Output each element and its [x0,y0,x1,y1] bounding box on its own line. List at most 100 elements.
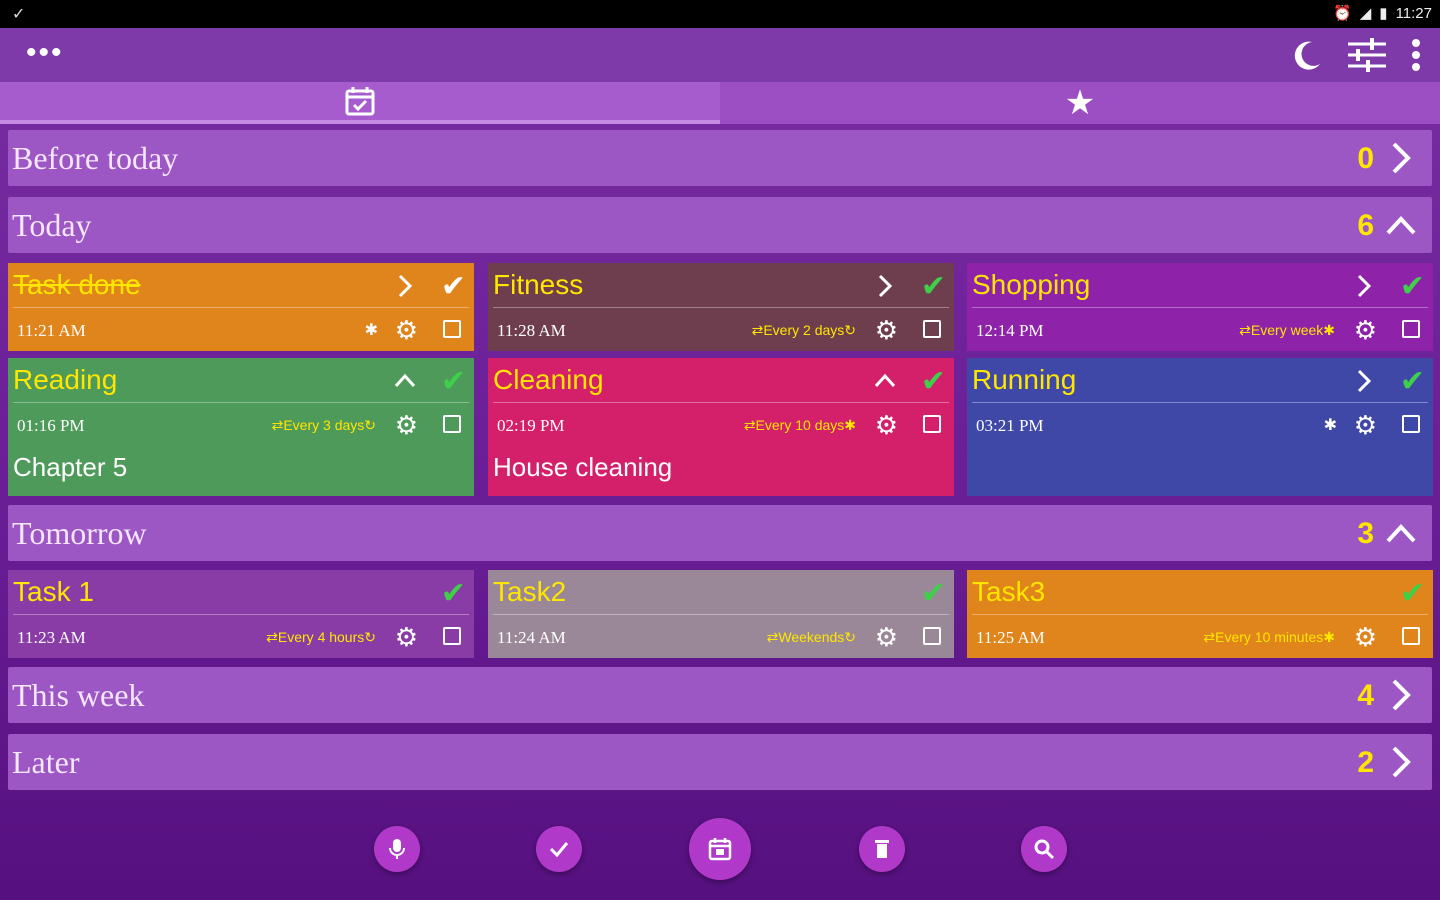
task-card[interactable]: Running ✔ 03:21 PM ✱ ⚙ [967,358,1433,496]
task-card[interactable]: Task done ✔ 11:21 AM ✱ ⚙ [8,263,474,351]
task-checkbox[interactable] [923,415,941,433]
section-count: 6 [1357,209,1374,242]
task-card[interactable]: Reading ✔ 01:16 PM ⇄Every 3 days↻ ⚙ Chap… [8,358,474,496]
chevron-right-icon[interactable] [1353,368,1375,394]
task-card[interactable]: Task 1 ✔ 11:23 AM ⇄Every 4 hours↻ ⚙ [8,570,474,658]
chevron-up-icon[interactable] [394,368,416,394]
status-icons: ⏰ ◢ ▮ 11:27 [1333,4,1432,23]
chevron-up-icon[interactable] [1384,513,1418,553]
gear-icon[interactable]: ⚙ [875,317,898,343]
chevron-right-icon[interactable] [1384,675,1418,715]
section-before-today[interactable]: Before today 0 [8,130,1432,186]
task-time: 12:14 PM [976,321,1044,340]
task-checkbox[interactable] [1402,415,1420,433]
battery-icon: ▮ [1379,5,1388,22]
task-title: Running [972,364,1077,395]
section-tomorrow[interactable]: Tomorrow 3 [8,505,1432,561]
chevron-right-icon[interactable] [1353,273,1375,299]
task-checkbox[interactable] [443,627,461,645]
task-time: 11:23 AM [17,628,86,647]
task-title: Task3 [972,576,1046,607]
gear-icon[interactable]: ⚙ [1354,412,1377,438]
section-count: 3 [1357,517,1374,550]
section-title: Later [12,744,80,780]
alarm-icon: ⏰ [1333,5,1352,22]
chevron-right-icon[interactable] [1384,742,1418,782]
gear-icon[interactable]: ⚙ [1354,317,1377,343]
complete-check-icon[interactable]: ✔ [921,364,946,399]
complete-check-icon[interactable]: ✔ [1400,269,1425,304]
complete-check-icon[interactable]: ✔ [921,576,946,611]
task-title: Task 1 [13,576,94,607]
search-icon [1034,839,1055,860]
delete-button[interactable] [859,826,905,872]
task-title: Task done [13,269,141,300]
task-card[interactable]: Fitness ✔ 11:28 AM ⇄Every 2 days↻ ⚙ [488,263,954,351]
complete-check-icon[interactable]: ✔ [441,269,466,304]
status-bar: ✓ ⏰ ◢ ▮ 11:27 [0,0,1440,28]
repeat-label: ⇄Every 10 days✱ [743,417,856,433]
add-task-button[interactable] [689,818,751,880]
repeat-label: ⇄Every week✱ [1239,322,1335,338]
task-time: 01:16 PM [17,416,85,435]
complete-check-icon[interactable]: ✔ [921,269,946,304]
task-time: 03:21 PM [976,416,1044,435]
tab-bar: ★ [0,82,1440,124]
tab-starred[interactable]: ★ [720,82,1440,124]
trash-icon [875,840,889,858]
section-title: Today [12,207,92,243]
section-this-week[interactable]: This week 4 [8,667,1432,723]
task-title: Cleaning [493,364,604,395]
task-checkbox[interactable] [923,627,941,645]
calendar-icon [708,838,732,861]
task-checkbox[interactable] [443,415,461,433]
section-count: 0 [1357,142,1374,175]
chevron-right-icon[interactable] [874,273,896,299]
repeat-label: ⇄Every 2 days↻ [751,322,856,338]
complete-check-icon[interactable]: ✔ [1400,364,1425,399]
task-card[interactable]: Shopping ✔ 12:14 PM ⇄Every week✱ ⚙ [967,263,1433,351]
complete-check-icon[interactable]: ✔ [441,364,466,399]
chevron-right-icon[interactable] [1384,138,1418,178]
task-card[interactable]: Cleaning ✔ 02:19 PM ⇄Every 10 days✱ ⚙ Ho… [488,358,954,496]
complete-tasks-button[interactable] [536,826,582,872]
task-checkbox[interactable] [923,320,941,338]
notification-check-icon: ✓ [12,6,26,23]
repeat-label: ⇄Every 3 days↻ [271,417,376,433]
gear-icon[interactable]: ⚙ [875,412,898,438]
overflow-menu-icon[interactable] [1410,37,1422,73]
task-checkbox[interactable] [1402,627,1420,645]
section-count: 2 [1357,746,1374,779]
repeat-label: ⇄Weekends↻ [766,629,856,645]
tab-calendar[interactable] [0,82,720,124]
tune-icon[interactable] [1346,34,1388,76]
voice-input-button[interactable] [374,826,420,872]
task-title: Shopping [972,269,1091,300]
complete-check-icon[interactable]: ✔ [1400,576,1425,611]
gear-icon[interactable]: ⚙ [395,317,418,343]
priority-icon: ✱ [364,322,378,339]
chevron-right-icon[interactable] [394,273,416,299]
complete-check-icon[interactable]: ✔ [441,576,466,611]
task-checkbox[interactable] [443,320,461,338]
task-checkbox[interactable] [1402,320,1420,338]
star-icon: ★ [1064,84,1096,122]
microphone-icon [389,839,405,859]
section-later[interactable]: Later 2 [8,734,1432,790]
task-card[interactable]: Task3 ✔ 11:25 AM ⇄Every 10 minutes✱ ⚙ [967,570,1433,658]
gear-icon[interactable]: ⚙ [395,412,418,438]
night-mode-icon[interactable] [1290,38,1324,72]
divider [13,307,469,308]
chevron-up-icon[interactable] [1384,205,1418,245]
section-today[interactable]: Today 6 [8,197,1432,253]
gear-icon[interactable]: ⚙ [1354,624,1377,650]
check-icon [549,842,569,858]
calendar-check-icon [345,87,375,116]
gear-icon[interactable]: ⚙ [875,624,898,650]
chevron-up-icon[interactable] [874,368,896,394]
search-button[interactable] [1021,826,1067,872]
task-time: 11:25 AM [976,628,1045,647]
gear-icon[interactable]: ⚙ [395,624,418,650]
more-horizontal-icon[interactable]: ••• [26,36,64,70]
task-card[interactable]: Task2 ✔ 11:24 AM ⇄Weekends↻ ⚙ [488,570,954,658]
